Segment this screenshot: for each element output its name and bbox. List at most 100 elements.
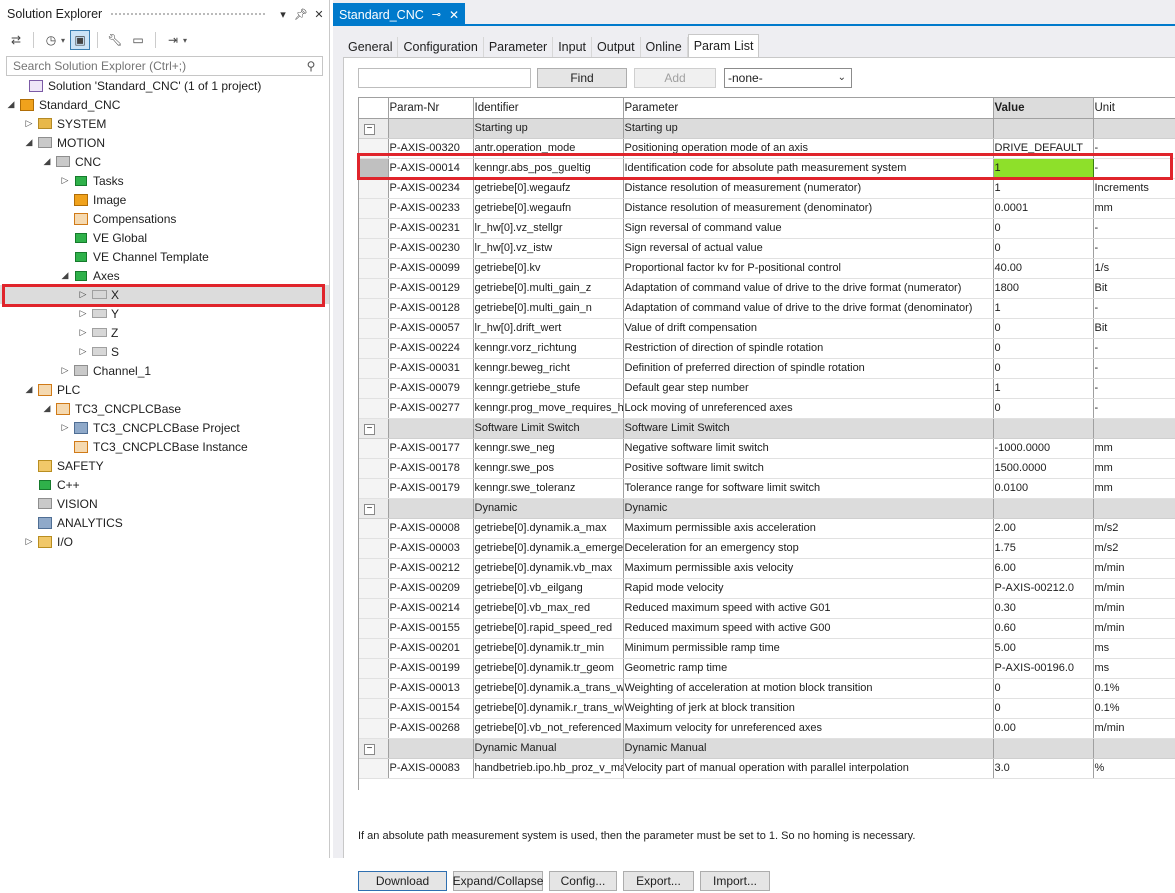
- param-row[interactable]: P-AXIS-00014 kenngr.abs_pos_gueltig Identi…: [359, 157, 1175, 179]
- row-header-cell[interactable]: [359, 658, 389, 679]
- group-collapse-cell[interactable]: −: [359, 418, 389, 439]
- param-row[interactable]: P-AXIS-00224 kenngr.vorz_richtung Restrict…: [359, 338, 1175, 359]
- tree-item-s[interactable]: ▷ S: [0, 342, 329, 361]
- value-cell[interactable]: 0: [993, 678, 1094, 699]
- param-row[interactable]: P-AXIS-00212 getriebe[0].dynamik.vb_max Ma…: [359, 558, 1175, 579]
- value-cell[interactable]: 1500.0000: [993, 458, 1094, 479]
- tree-item-system[interactable]: ▷ SYSTEM: [0, 114, 329, 133]
- row-header-cell[interactable]: [359, 378, 389, 399]
- row-header-cell[interactable]: [359, 678, 389, 699]
- param-row[interactable]: P-AXIS-00199 getriebe[0].dynamik.tr_geom G…: [359, 658, 1175, 679]
- row-header-cell[interactable]: [359, 178, 389, 199]
- param-row[interactable]: P-AXIS-00233 getriebe[0].wegaufn Distance …: [359, 198, 1175, 219]
- column-header-param-nr[interactable]: Param-Nr: [388, 98, 474, 119]
- export-button[interactable]: Export...: [623, 871, 694, 891]
- value-cell[interactable]: P-AXIS-00196.0: [993, 658, 1094, 679]
- value-cell[interactable]: 0.60: [993, 618, 1094, 639]
- tree-item-z[interactable]: ▷ Z: [0, 323, 329, 342]
- close-icon[interactable]: ✕: [449, 8, 459, 22]
- row-header-cell[interactable]: [359, 638, 389, 659]
- param-row[interactable]: P-AXIS-00277 kenngr.prog_move_requires_hc…: [359, 398, 1175, 419]
- row-header-cell[interactable]: [359, 258, 389, 279]
- group-row[interactable]: − Dynamic Manual Dynamic Manual: [359, 738, 1175, 759]
- value-cell[interactable]: 0.30: [993, 598, 1094, 619]
- param-row[interactable]: P-AXIS-00230 lr_hw[0].vz_istw Sign reversa…: [359, 238, 1175, 259]
- collapse-all-icon[interactable]: ▣: [70, 30, 91, 50]
- tree-item-channel-1[interactable]: ▷ Channel_1: [0, 361, 329, 380]
- value-cell[interactable]: 0: [993, 398, 1094, 419]
- tree-item-i-o[interactable]: ▷ I/O: [0, 532, 329, 551]
- value-cell[interactable]: 1: [993, 178, 1094, 199]
- tree-item-c[interactable]: C++: [0, 475, 329, 494]
- config-button[interactable]: Config...: [549, 871, 617, 891]
- value-cell[interactable]: 0: [993, 338, 1094, 359]
- value-cell[interactable]: 1: [993, 378, 1094, 399]
- param-row[interactable]: P-AXIS-00209 getriebe[0].vb_eilgang Rapid …: [359, 578, 1175, 599]
- solution-explorer-search-box[interactable]: ⚲: [6, 56, 323, 76]
- param-row[interactable]: P-AXIS-00129 getriebe[0].multi_gain_z Adap…: [359, 278, 1175, 299]
- param-row[interactable]: P-AXIS-00057 lr_hw[0].drift_wert Value of …: [359, 318, 1175, 339]
- row-header-cell[interactable]: [359, 138, 389, 159]
- tree-item-ve-channel-template[interactable]: VE Channel Template: [0, 247, 329, 266]
- collapsed-arrow-icon[interactable]: ▷: [59, 365, 71, 376]
- tab-output[interactable]: Output: [592, 37, 641, 57]
- row-header-cell[interactable]: [359, 318, 389, 339]
- param-row[interactable]: P-AXIS-00320 antr.operation_mode Positioni…: [359, 138, 1175, 159]
- drag-grip[interactable]: [110, 11, 267, 17]
- tree-item-tc3-cncplcbase-instance[interactable]: TC3_CNCPLCBase Instance: [0, 437, 329, 456]
- close-icon[interactable]: ✕: [311, 8, 327, 21]
- add-button[interactable]: Add: [634, 68, 716, 88]
- column-header-unit[interactable]: Unit: [1093, 98, 1175, 119]
- sync-icon[interactable]: ⇥: [163, 30, 183, 50]
- preview-selected-icon[interactable]: ▭: [128, 30, 148, 50]
- collapsed-arrow-icon[interactable]: ▷: [77, 327, 89, 338]
- tree-item-standard-cnc[interactable]: ◢ Standard_CNC: [0, 95, 329, 114]
- import-button[interactable]: Import...: [700, 871, 770, 891]
- param-row[interactable]: P-AXIS-00178 kenngr.swe_pos Positive softw…: [359, 458, 1175, 479]
- row-header-cell[interactable]: [359, 578, 389, 599]
- tree-item-tasks[interactable]: ▷ Tasks: [0, 171, 329, 190]
- value-cell[interactable]: -1000.0000: [993, 438, 1094, 459]
- param-row[interactable]: P-AXIS-00003 getriebe[0].dynamik.a_emerge…: [359, 538, 1175, 559]
- value-cell[interactable]: 3.0: [993, 758, 1094, 779]
- row-header-cell[interactable]: [359, 438, 389, 459]
- search-input[interactable]: [11, 58, 300, 74]
- value-cell[interactable]: 0: [993, 698, 1094, 719]
- value-cell[interactable]: 1: [992, 157, 1094, 179]
- group-collapse-cell[interactable]: −: [359, 738, 389, 759]
- tree-item-cnc[interactable]: ◢ CNC: [0, 152, 329, 171]
- value-cell[interactable]: DRIVE_DEFAULT: [993, 138, 1094, 159]
- group-collapse-cell[interactable]: −: [359, 498, 389, 519]
- collapsed-arrow-icon[interactable]: ▷: [23, 118, 35, 129]
- value-cell[interactable]: 6.00: [993, 558, 1094, 579]
- chevron-down-icon[interactable]: ▾: [183, 36, 187, 45]
- row-header-cell[interactable]: [359, 458, 389, 479]
- find-button[interactable]: Find: [537, 68, 627, 88]
- row-header-cell[interactable]: [359, 338, 389, 359]
- param-row[interactable]: P-AXIS-00177 kenngr.swe_neg Negative softw…: [359, 438, 1175, 459]
- value-cell[interactable]: 0.00: [993, 718, 1094, 739]
- param-row[interactable]: P-AXIS-00083 handbetrieb.ipo.hb_proz_v_ma…: [359, 758, 1175, 779]
- row-header-cell[interactable]: [359, 238, 389, 259]
- param-row[interactable]: P-AXIS-00031 kenngr.beweg_richt Definition…: [359, 358, 1175, 379]
- row-header-cell[interactable]: [359, 358, 389, 379]
- collapsed-arrow-icon[interactable]: ▷: [77, 346, 89, 357]
- row-header-cell[interactable]: [359, 758, 389, 779]
- row-header-cell[interactable]: [359, 618, 389, 639]
- row-header-cell[interactable]: [359, 518, 389, 539]
- row-header-cell[interactable]: [359, 558, 389, 579]
- properties-wrench-icon[interactable]: 🔧︎: [105, 30, 125, 50]
- pending-changes-icon[interactable]: ◷: [41, 30, 61, 50]
- expand-collapse-button[interactable]: Expand/Collapse: [453, 871, 543, 891]
- param-row[interactable]: P-AXIS-00079 kenngr.getriebe_stufe Default…: [359, 378, 1175, 399]
- collapse-minus-icon[interactable]: −: [364, 123, 375, 135]
- download-button[interactable]: Download: [358, 871, 447, 891]
- tree-item-image[interactable]: Image: [0, 190, 329, 209]
- pin-icon[interactable]: ⊸: [432, 8, 441, 21]
- row-header-cell[interactable]: [359, 218, 389, 239]
- value-cell[interactable]: 40.00: [993, 258, 1094, 279]
- expanded-arrow-icon[interactable]: ◢: [23, 384, 35, 395]
- value-cell[interactable]: 1.75: [993, 538, 1094, 559]
- param-search-input[interactable]: [358, 68, 531, 88]
- collapsed-arrow-icon[interactable]: ▷: [59, 175, 71, 186]
